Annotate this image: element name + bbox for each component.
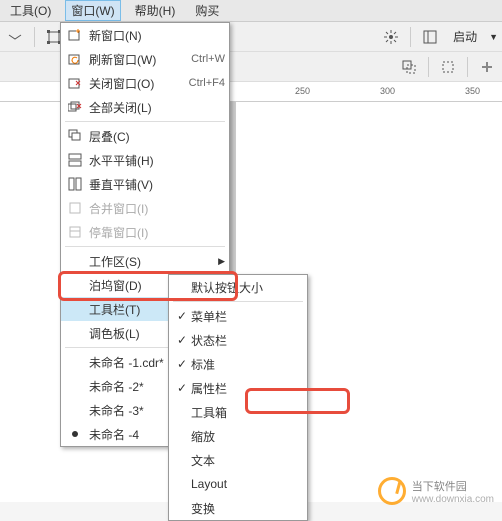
submenu-transform[interactable]: 变换 [169, 496, 307, 520]
menu-label: 水平平铺(H) [89, 152, 225, 169]
submenu-property[interactable]: ✓ 属性栏 [169, 376, 307, 400]
menu-label: 菜单栏 [191, 308, 303, 325]
menu-separator [65, 246, 225, 247]
refresh-window-icon [65, 49, 85, 69]
menu-merge-window: 合并窗口(I) [61, 196, 229, 220]
menu-buy[interactable]: 购买 [189, 0, 225, 21]
submenu-menubar[interactable]: ✓ 菜单栏 [169, 304, 307, 328]
separator [410, 27, 411, 47]
submenu-arrow-icon: ▶ [218, 256, 225, 267]
menu-label: 工作区(S) [89, 253, 210, 270]
menu-label: 垂直平铺(V) [89, 176, 225, 193]
launch-button[interactable]: 启动 [447, 26, 483, 47]
group-icon[interactable] [398, 56, 420, 78]
menu-help[interactable]: 帮助(H) [129, 0, 182, 21]
menu-label: 层叠(C) [89, 128, 225, 145]
menu-label: 合并窗口(I) [89, 200, 225, 217]
separator [467, 57, 468, 77]
menu-label: 缩放 [191, 428, 303, 445]
gear-icon[interactable] [380, 26, 402, 48]
blank-icon [65, 323, 85, 343]
menu-label: 停靠窗口(I) [89, 224, 225, 241]
close-window-icon [65, 73, 85, 93]
new-window-icon [65, 25, 85, 45]
menu-label: 文本 [191, 452, 303, 469]
add-icon[interactable] [476, 56, 498, 78]
cascade-icon [65, 126, 85, 146]
watermark: 当下软件园 www.downxia.com [378, 477, 494, 505]
watermark-logo-icon [378, 477, 406, 505]
menu-label: 全部关闭(L) [89, 99, 225, 116]
active-doc-icon [65, 424, 85, 444]
check-icon: ✓ [173, 357, 191, 371]
watermark-name: 当下软件园 [412, 478, 494, 494]
menu-label: 默认按钮大小 [191, 279, 303, 296]
menu-dock-window: 停靠窗口(I) [61, 220, 229, 244]
menu-cascade[interactable]: 层叠(C) [61, 124, 229, 148]
blank-icon [65, 376, 85, 396]
chevron-down-icon[interactable]: ▼ [489, 32, 498, 42]
blank-icon [65, 400, 85, 420]
menu-close-all[interactable]: 全部关闭(L) [61, 95, 229, 119]
ruler-tick: 350 [465, 86, 480, 96]
menu-label: 新窗口(N) [89, 27, 225, 44]
menu-shortcut: Ctrl+W [191, 53, 225, 65]
blank-icon [65, 299, 85, 319]
menu-refresh-window[interactable]: 刷新窗口(W) Ctrl+W [61, 47, 229, 71]
menu-tile-v[interactable]: 垂直平铺(V) [61, 172, 229, 196]
blank-icon [65, 251, 85, 271]
menu-tile-h[interactable]: 水平平铺(H) [61, 148, 229, 172]
close-all-icon [65, 97, 85, 117]
submenu-default-size[interactable]: 默认按钮大小 [169, 275, 307, 299]
check-icon: ✓ [173, 381, 191, 395]
menu-separator [173, 301, 303, 302]
submenu-statusbar[interactable]: ✓ 状态栏 [169, 328, 307, 352]
menu-workspace[interactable]: 工作区(S) ▶ [61, 249, 229, 273]
watermark-url: www.downxia.com [412, 494, 494, 505]
dock-icon [65, 222, 85, 242]
merge-icon [65, 198, 85, 218]
submenu-zoom[interactable]: 缩放 [169, 424, 307, 448]
submenu-layout[interactable]: Layout [169, 472, 307, 496]
menu-close-window[interactable]: 关闭窗口(O) Ctrl+F4 [61, 71, 229, 95]
menu-label: 状态栏 [191, 332, 303, 349]
tile-h-icon [65, 150, 85, 170]
blank-icon [65, 275, 85, 295]
menu-label: 关闭窗口(O) [89, 75, 177, 92]
submenu-standard[interactable]: ✓ 标准 [169, 352, 307, 376]
submenu-toolbox[interactable]: 工具箱 [169, 400, 307, 424]
tile-v-icon [65, 174, 85, 194]
blank-icon [65, 352, 85, 372]
menu-window[interactable]: 窗口(W) [65, 0, 120, 21]
menu-label: 标准 [191, 356, 303, 373]
menu-label: Layout [191, 477, 303, 491]
menu-separator [65, 121, 225, 122]
menu-label: 变换 [191, 500, 303, 517]
menu-tools[interactable]: 工具(O) [4, 0, 57, 21]
separator [428, 57, 429, 77]
separator [34, 27, 35, 47]
check-icon: ✓ [173, 309, 191, 323]
bounding-icon[interactable] [437, 56, 459, 78]
tool-dropdown-icon[interactable] [4, 26, 26, 48]
menu-new-window[interactable]: 新窗口(N) [61, 23, 229, 47]
layout-icon[interactable] [419, 26, 441, 48]
check-icon: ✓ [173, 333, 191, 347]
menubar: 工具(O) 窗口(W) 帮助(H) 购买 [0, 0, 502, 22]
menu-shortcut: Ctrl+F4 [189, 77, 225, 89]
toolbars-submenu: 默认按钮大小 ✓ 菜单栏 ✓ 状态栏 ✓ 标准 ✓ 属性栏 工具箱 缩放 文本 … [168, 274, 308, 521]
menu-label: 工具箱 [191, 404, 303, 421]
ruler-tick: 300 [380, 86, 395, 96]
submenu-text[interactable]: 文本 [169, 448, 307, 472]
menu-label: 属性栏 [191, 380, 303, 397]
menu-label: 刷新窗口(W) [89, 51, 179, 68]
ruler-tick: 250 [295, 86, 310, 96]
